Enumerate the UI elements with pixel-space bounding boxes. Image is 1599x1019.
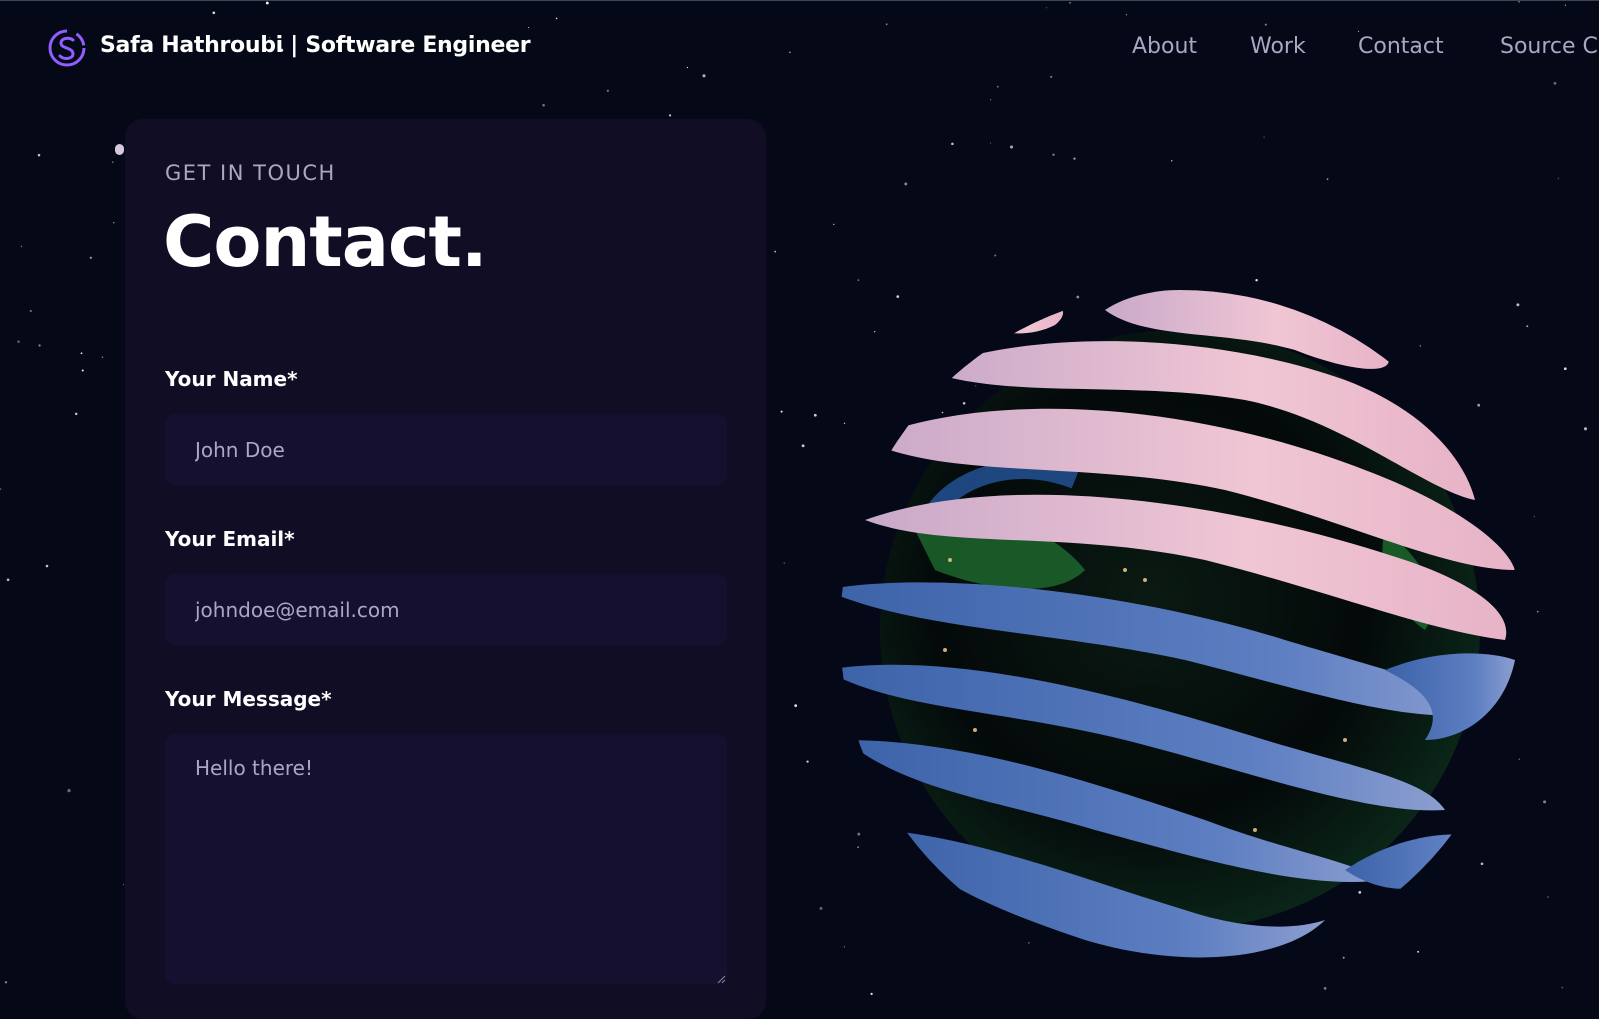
star bbox=[783, 562, 785, 564]
star bbox=[67, 789, 71, 793]
star bbox=[780, 410, 783, 413]
star bbox=[951, 142, 954, 146]
star bbox=[4, 981, 8, 984]
email-input[interactable] bbox=[165, 574, 727, 645]
star bbox=[38, 344, 41, 347]
star bbox=[1323, 987, 1327, 990]
star bbox=[80, 352, 83, 355]
star bbox=[1010, 145, 1013, 149]
star bbox=[1547, 896, 1549, 898]
star bbox=[990, 142, 992, 144]
star bbox=[37, 153, 41, 157]
timeline-dot bbox=[115, 144, 124, 155]
star bbox=[45, 564, 49, 568]
star bbox=[870, 992, 873, 996]
contact-card: GET IN TOUCH Contact. Your Name* Your Em… bbox=[125, 119, 766, 1019]
star bbox=[89, 256, 92, 259]
star bbox=[806, 760, 809, 763]
star bbox=[668, 114, 672, 117]
star bbox=[74, 412, 78, 416]
message-label: Your Message* bbox=[165, 687, 332, 711]
nav-link-about[interactable]: About bbox=[1132, 34, 1197, 59]
star bbox=[20, 245, 23, 247]
star bbox=[801, 444, 805, 448]
star bbox=[1583, 427, 1588, 431]
star bbox=[122, 884, 124, 886]
brand-title[interactable]: Safa Hathroubi | Software Engineer bbox=[100, 33, 531, 58]
star bbox=[813, 413, 817, 417]
star bbox=[990, 99, 992, 101]
star bbox=[1052, 153, 1055, 156]
star bbox=[833, 223, 835, 226]
star bbox=[17, 340, 20, 343]
star bbox=[774, 250, 777, 253]
navbar: Safa Hathroubi | Software Engineer About… bbox=[0, 0, 1599, 96]
star bbox=[1557, 177, 1560, 180]
star bbox=[29, 309, 32, 313]
email-label: Your Email* bbox=[165, 527, 295, 551]
star bbox=[6, 578, 10, 582]
star bbox=[1073, 157, 1076, 160]
star bbox=[1263, 136, 1265, 138]
star bbox=[112, 161, 114, 163]
star bbox=[113, 222, 115, 224]
star bbox=[819, 906, 823, 910]
section-heading: Contact. bbox=[163, 201, 488, 283]
star bbox=[794, 704, 798, 707]
name-input[interactable] bbox=[165, 414, 727, 485]
star bbox=[1564, 367, 1567, 370]
star bbox=[101, 356, 104, 358]
star bbox=[0, 488, 2, 491]
star bbox=[1171, 160, 1173, 162]
section-eyebrow: GET IN TOUCH bbox=[165, 161, 336, 185]
name-label: Your Name* bbox=[165, 367, 298, 391]
star bbox=[994, 254, 997, 257]
nav-link-contact[interactable]: Contact bbox=[1358, 34, 1444, 59]
star bbox=[81, 369, 84, 372]
nav-link-work[interactable]: Work bbox=[1250, 34, 1306, 59]
star bbox=[1561, 986, 1564, 989]
globe-3d-model[interactable] bbox=[825, 270, 1545, 980]
message-textarea[interactable] bbox=[165, 734, 727, 984]
star bbox=[542, 103, 545, 107]
logo-icon[interactable] bbox=[47, 28, 87, 68]
star bbox=[904, 182, 908, 186]
star bbox=[1326, 178, 1329, 180]
nav-link-source-code[interactable]: Source C bbox=[1500, 34, 1599, 59]
resize-grip-icon[interactable] bbox=[716, 974, 726, 984]
